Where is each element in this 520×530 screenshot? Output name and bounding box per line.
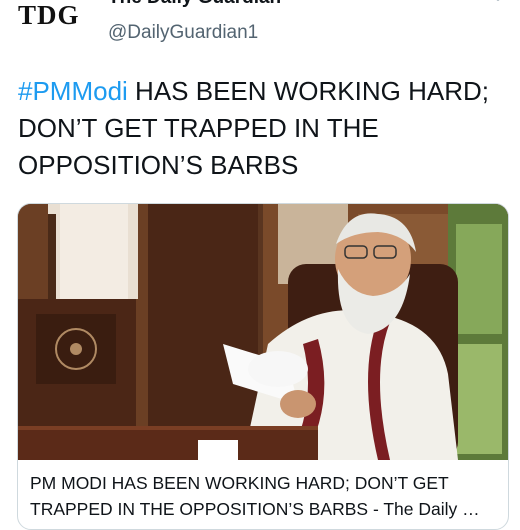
account-display-name[interactable]: The Daily Guardian: [108, 0, 281, 8]
tweet-text: #PMModi HAS BEEN WORKING HARD; DON’T GET…: [18, 73, 508, 184]
account-logo[interactable]: TDG: [18, 0, 90, 38]
card-title-line-2: TRAPPED IN THE OPPOSITION’S BARBS - The …: [30, 499, 480, 519]
hashtag-link[interactable]: #PMModi: [18, 76, 128, 106]
more-options-icon[interactable]: [488, 0, 508, 10]
link-preview-card[interactable]: PM MODI HAS BEEN WORKING HARD; DON’T GET…: [17, 203, 509, 530]
card-caption[interactable]: PM MODI HAS BEEN WORKING HARD; DON’T GET…: [30, 470, 498, 522]
card-title-line-1: PM MODI HAS BEEN WORKING HARD; DON’T GET: [30, 473, 449, 493]
card-image[interactable]: [18, 204, 508, 460]
more-vertical-icon: [496, 0, 500, 1]
tweet-header: TDG The Daily Guardian @DailyGuardian1: [0, 0, 520, 62]
account-handle[interactable]: @DailyGuardian1: [108, 22, 258, 44]
